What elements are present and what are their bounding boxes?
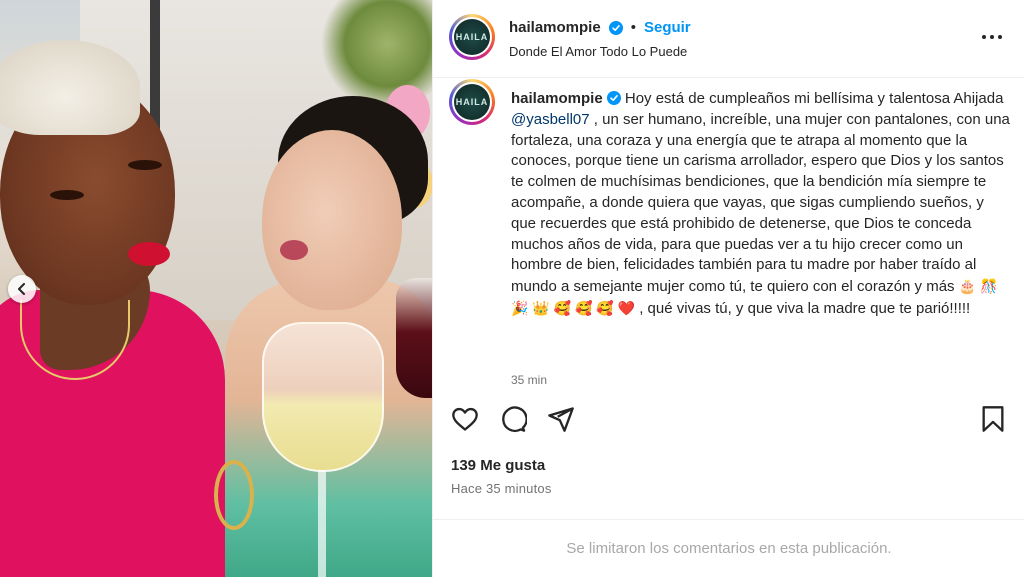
photo-woman-left-eye	[128, 160, 162, 170]
comments-divider	[433, 519, 1024, 520]
photo-woman-left-eye	[50, 190, 84, 200]
post-photo[interactable]	[0, 0, 432, 577]
photo-woman-right-lips	[280, 240, 308, 260]
photo-glass-stem	[318, 470, 326, 577]
share-icon[interactable]	[547, 405, 575, 433]
photo-woman-right-face	[262, 130, 402, 310]
post-header: HAILA hailamompie • Seguir Donde El Amor…	[433, 0, 1024, 78]
caption-username[interactable]: hailamompie	[511, 90, 603, 107]
heart-icon[interactable]	[451, 405, 479, 433]
caption-text-body: , un ser humano, increíble, una mujer co…	[511, 110, 1010, 296]
caption-area: HAILA hailamompie Hoy está de cumpleaños…	[433, 79, 1024, 391]
likes-count[interactable]: 139 Me gusta	[451, 457, 545, 474]
action-bar	[433, 400, 1024, 440]
comments-disabled-notice: Se limitaron los comentarios en esta pub…	[566, 540, 892, 557]
author-username[interactable]: hailamompie	[509, 19, 601, 36]
more-options-icon[interactable]	[979, 26, 1005, 48]
carousel-prev-button[interactable]	[8, 275, 36, 303]
post-time-ago[interactable]: Hace 35 minutos	[451, 481, 552, 496]
caption-mention-link[interactable]: @yasbell07	[511, 111, 590, 128]
photo-red-wine-glass	[396, 278, 432, 398]
post-location[interactable]: Donde El Amor Todo Lo Puede	[509, 44, 687, 59]
verified-badge-icon	[606, 91, 621, 105]
follow-button[interactable]: Seguir	[644, 19, 691, 36]
chevron-left-icon	[18, 283, 25, 295]
photo-white-wine-glass	[262, 322, 384, 472]
caption-text-start: Hoy está de cumpleaños mi bellísima y ta…	[624, 90, 1004, 107]
caption-timestamp: 35 min	[511, 373, 548, 387]
photo-woman-left-hair	[0, 40, 140, 135]
header-separator: •	[630, 19, 636, 36]
bookmark-icon[interactable]	[979, 405, 1007, 433]
header-author-line: hailamompie • Seguir	[509, 19, 691, 36]
avatar-logo-text: HAILA	[454, 84, 490, 120]
post-side-panel: HAILA hailamompie • Seguir Donde El Amor…	[432, 0, 1024, 577]
photo-bracelet	[214, 460, 254, 530]
post-caption: hailamompie Hoy está de cumpleaños mi be…	[511, 89, 1011, 320]
photo-woman-left-lips	[128, 242, 170, 266]
verified-badge-icon	[608, 20, 623, 35]
caption-text-end: , qué vivas tú, y que viva la madre que …	[635, 299, 971, 317]
caption-author-avatar[interactable]: HAILA	[449, 79, 495, 125]
comment-icon[interactable]	[499, 405, 527, 433]
avatar-logo-text: HAILA	[454, 19, 490, 55]
author-avatar[interactable]: HAILA	[449, 14, 495, 60]
